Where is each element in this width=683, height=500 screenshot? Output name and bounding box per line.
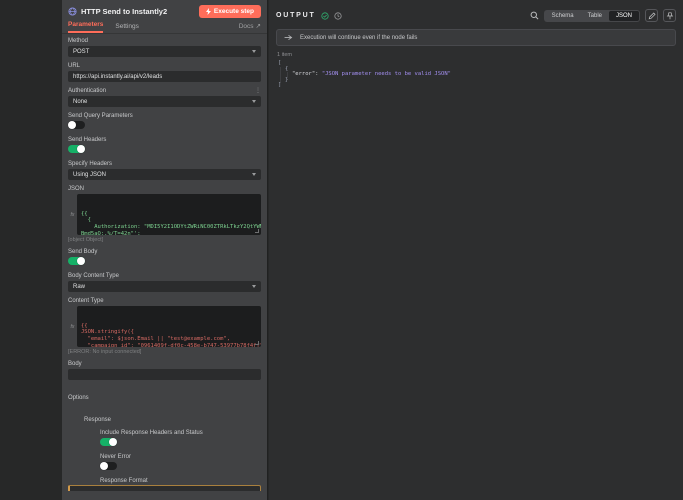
url-input[interactable]: https://api.instantly.ai/api/v2/leads — [68, 71, 261, 82]
http-node-globe-icon — [68, 7, 77, 16]
never-error-label: Never Error — [100, 454, 261, 460]
field-authentication: Authentication ⋮ None — [68, 88, 261, 107]
edit-output-button[interactable] — [645, 9, 658, 22]
field-method: Method POST — [68, 38, 261, 57]
field-content-type: Content Type fx {{JSON.stringify({ "emai… — [68, 298, 261, 355]
pin-icon — [666, 12, 674, 20]
send-headers-label: Send Headers — [68, 137, 261, 143]
output-title: OUTPUT — [276, 12, 316, 19]
items-count: 1 item — [277, 52, 675, 58]
field-send-query: Send Query Parameters — [68, 113, 261, 129]
include-headers-toggle[interactable] — [100, 438, 117, 446]
options-label: Options — [68, 395, 89, 401]
parameters-form: Method POST URL https://api.instantly.ai… — [62, 34, 267, 491]
resize-grip-icon[interactable] — [255, 341, 259, 345]
field-send-headers: Send Headers — [68, 137, 261, 153]
json-key: "error": — [292, 71, 319, 77]
response-group-label: Response — [84, 417, 111, 423]
search-icon[interactable] — [530, 11, 539, 20]
expression-fx-icon[interactable]: fx — [68, 194, 77, 235]
node-title: HTTP Send to Instantly2 — [81, 7, 167, 16]
send-query-label: Send Query Parameters — [68, 113, 261, 119]
never-error-toggle[interactable] — [100, 462, 117, 470]
view-mode-switcher: Schema Table JSON — [544, 10, 640, 22]
chevron-down-icon — [252, 285, 256, 288]
json-line: ] — [278, 83, 674, 89]
chevron-down-icon — [252, 173, 256, 176]
method-select[interactable]: POST — [68, 46, 261, 57]
json-code-editor[interactable]: {{ { Authorization: "MDI5Y2I1ODYtZWRiNC0… — [77, 194, 261, 235]
output-json-viewer[interactable]: [ { "error": "JSON parameter needs to be… — [269, 61, 683, 89]
execution-time-clock-icon — [334, 12, 342, 20]
bolt-icon — [206, 8, 211, 15]
continue-on-fail-banner: Execution will continue even if the node… — [276, 29, 676, 46]
view-tab-json[interactable]: JSON — [609, 11, 639, 21]
pin-data-button[interactable] — [663, 9, 676, 22]
field-send-body: Send Body — [68, 249, 261, 265]
body-label: Body — [68, 361, 261, 367]
url-label: URL — [68, 63, 261, 69]
field-body: Body — [68, 361, 261, 380]
output-panel: OUTPUT Schema Table JSON — [269, 0, 683, 500]
docs-link[interactable]: Docs↗ — [239, 22, 261, 33]
response-format-label: Response Format — [100, 478, 261, 484]
resize-grip-icon[interactable] — [255, 229, 259, 233]
authentication-label: Authentication — [68, 88, 106, 94]
cropped-focused-input[interactable] — [68, 485, 261, 491]
node-detail-panel: HTTP Send to Instantly2 Execute step Par… — [62, 0, 268, 500]
body-content-type-label: Body Content Type — [68, 273, 261, 279]
view-tab-table[interactable]: Table — [581, 11, 609, 21]
field-body-content-type: Body Content Type Raw — [68, 273, 261, 292]
send-body-label: Send Body — [68, 249, 261, 255]
json-eval-hint: [object Object] — [68, 237, 261, 243]
json-value: "JSON parameter needs to be valid JSON" — [322, 71, 451, 77]
json-label: JSON — [68, 186, 261, 192]
field-json: JSON fx {{ { Authorization: "MDI5Y2I1ODY… — [68, 186, 261, 243]
options-section: Options — [68, 386, 261, 404]
pencil-icon — [648, 12, 656, 20]
body-content-type-select[interactable]: Raw — [68, 281, 261, 292]
expression-fx-icon[interactable]: fx — [68, 306, 77, 347]
output-header: OUTPUT Schema Table JSON — [269, 0, 683, 29]
send-query-toggle[interactable] — [68, 121, 85, 129]
specify-headers-select[interactable]: Using JSON — [68, 169, 261, 180]
external-link-icon: ↗ — [256, 22, 261, 30]
method-label: Method — [68, 38, 261, 44]
success-check-icon — [321, 12, 329, 20]
chevron-down-icon — [252, 100, 256, 103]
body-input[interactable] — [68, 369, 261, 380]
view-tab-schema[interactable]: Schema — [545, 11, 581, 21]
options-dots-icon[interactable]: ⋮ — [255, 88, 261, 94]
authentication-select[interactable]: None — [68, 96, 261, 107]
content-type-error-hint: [ERROR: No input connected] — [68, 349, 261, 355]
execute-step-button[interactable]: Execute step — [199, 5, 261, 18]
send-headers-toggle[interactable] — [68, 145, 85, 153]
tab-bar: Parameters Settings Docs↗ — [62, 21, 267, 34]
response-group: Response — [84, 408, 261, 426]
send-body-toggle[interactable] — [68, 257, 85, 265]
arrow-right-icon — [284, 34, 293, 41]
field-include-headers: Include Response Headers and Status — [100, 430, 261, 446]
field-never-error: Never Error — [100, 454, 261, 470]
content-type-label: Content Type — [68, 298, 261, 304]
field-url: URL https://api.instantly.ai/api/v2/lead… — [68, 63, 261, 82]
field-specify-headers: Specify Headers Using JSON — [68, 161, 261, 180]
specify-headers-label: Specify Headers — [68, 161, 261, 167]
tab-parameters[interactable]: Parameters — [68, 21, 103, 33]
include-headers-label: Include Response Headers and Status — [100, 430, 261, 436]
tab-settings[interactable]: Settings — [115, 23, 139, 33]
chevron-down-icon — [252, 50, 256, 53]
node-header: HTTP Send to Instantly2 Execute step — [62, 0, 267, 21]
content-type-code-editor[interactable]: {{JSON.stringify({ "email": $json.Email … — [77, 306, 261, 347]
